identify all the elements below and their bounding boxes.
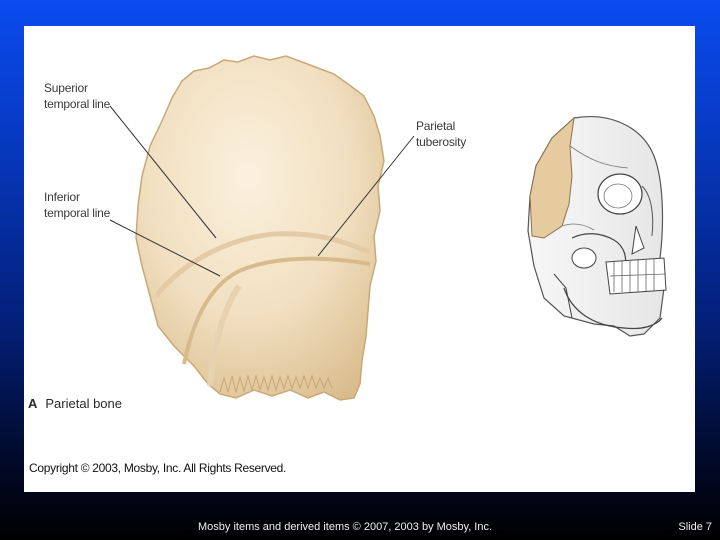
copyright-notice: Copyright © 2003, Mosby, Inc. All Rights… [29,461,287,475]
footer-text: Mosby items and derived items © 2007, 20… [198,521,493,533]
label-line: Inferior [44,190,80,204]
caption-letter: A [28,396,38,411]
slide-number: Slide 7 [678,521,712,533]
skull-inset-drawing [527,116,667,337]
label-line: temporal line [44,206,111,220]
label-inferior-temporal-line: Inferior temporal line [44,189,110,221]
caption-text: Parietal bone [45,396,123,411]
figure-caption: A Parietal bone [28,396,122,411]
parietal-bone-illustration [109,55,667,401]
label-parietal-tuberosity: Parietal tuberosity [416,118,466,150]
label-line: Superior [44,81,88,95]
slide-content-panel: Superior temporal line Inferior temporal… [24,26,695,492]
label-line: temporal line [44,97,111,111]
parietal-bone [135,55,385,401]
label-superior-temporal-line: Superior temporal line [44,80,110,112]
label-line: Parietal [416,119,456,133]
label-line: tuberosity [416,135,467,149]
